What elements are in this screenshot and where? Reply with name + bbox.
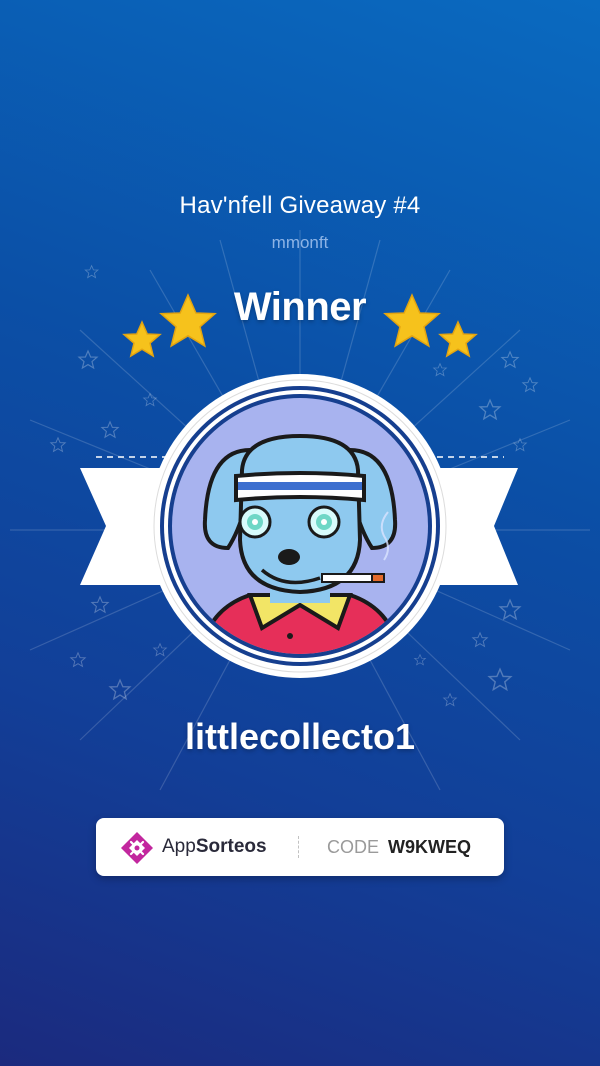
winner-badge [80,374,518,678]
appsorteos-code-card: AppSorteos CODE W9KWEQ [96,818,504,876]
code-value: W9KWEQ [388,837,471,857]
winner-username: littlecollecto1 [184,716,416,757]
divider [298,836,299,858]
appsorteos-logo-icon [121,832,153,864]
code-label: CODE [327,837,380,857]
brand-name: AppSorteos [162,836,267,857]
